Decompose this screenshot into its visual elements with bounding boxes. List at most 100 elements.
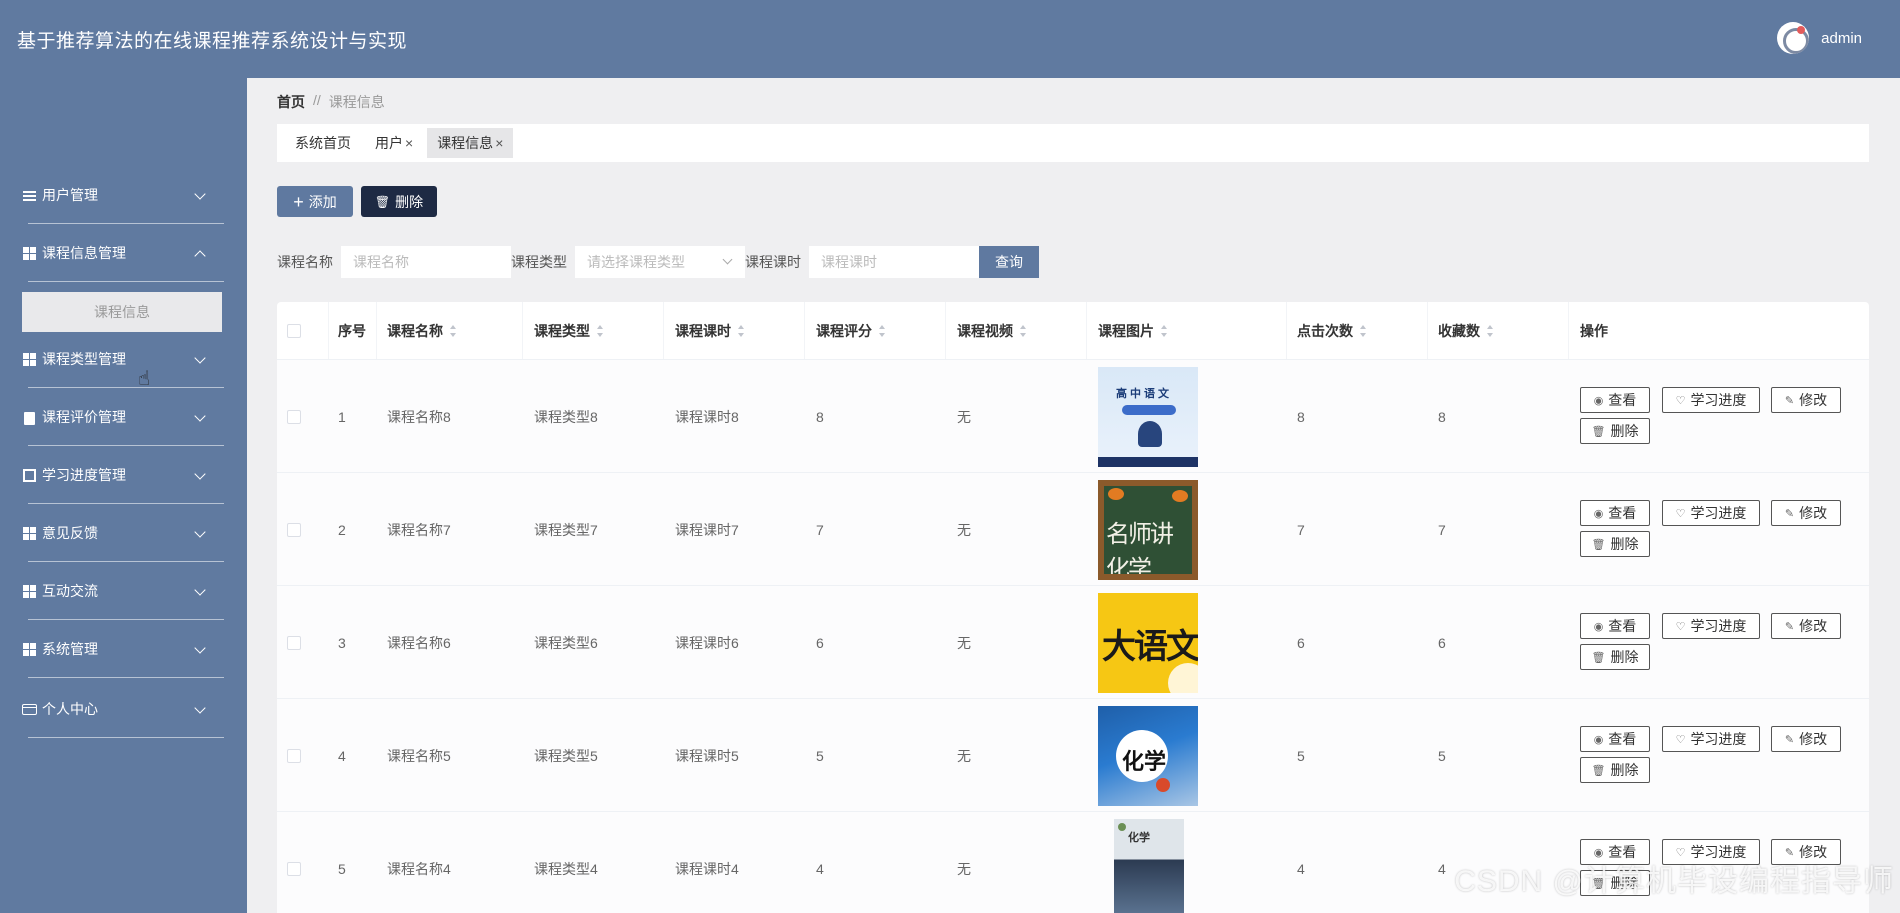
row-checkbox[interactable] (287, 748, 301, 763)
sort-icon[interactable] (737, 325, 745, 337)
course-name-input[interactable]: 课程名称 (341, 246, 511, 278)
edit-button[interactable]: ✎ 修改 (1771, 613, 1841, 639)
progress-label: 学习进度 (1690, 731, 1747, 747)
sort-icon[interactable] (878, 325, 886, 337)
tab-system-home[interactable]: 系统首页 (285, 128, 361, 158)
user-menu[interactable]: admin (1777, 22, 1862, 54)
cell-image: 化学 (1098, 812, 1184, 913)
sidebar-item-course-type-management[interactable]: 课程类型管理 (22, 330, 224, 388)
delete-button[interactable]: 🗑 删除 (1580, 418, 1650, 444)
sidebar-item-personal-center[interactable]: 个人中心 (22, 680, 224, 738)
sidebar-item-interaction[interactable]: 互动交流 (22, 562, 224, 620)
tab-user[interactable]: 用户 × (365, 128, 423, 158)
cell-clicks: 7 (1297, 521, 1305, 538)
submenu-item-course-info[interactable]: 课程信息 (22, 292, 222, 332)
delete-button[interactable]: 🗑 删除 (1580, 644, 1650, 670)
top-header: 基于推荐算法的在线课程推荐系统设计与实现 admin (0, 0, 1900, 78)
tab-course-info[interactable]: 课程信息 × (427, 128, 514, 158)
sidebar-item-label: 系统管理 (42, 641, 98, 657)
progress-button[interactable]: ♡ 学习进度 (1662, 500, 1760, 526)
course-thumbnail[interactable]: 名师讲化学 (1098, 479, 1198, 580)
course-hours-input[interactable]: 课程课时 (809, 246, 979, 278)
row-checkbox[interactable] (287, 409, 301, 424)
header-image[interactable]: 课程图片 (1098, 302, 1168, 360)
select-all-checkbox[interactable] (287, 324, 301, 338)
batch-delete-button[interactable]: 🗑 删除 (361, 186, 437, 217)
view-button[interactable]: ◉ 查看 (1580, 613, 1650, 639)
sort-icon[interactable] (1019, 325, 1027, 337)
course-thumbnail[interactable]: 大语文 (1098, 592, 1198, 693)
chevron-down-icon (722, 254, 733, 265)
header-name[interactable]: 课程名称 (387, 302, 457, 360)
header-type[interactable]: 课程类型 (534, 302, 604, 360)
row-checkbox[interactable] (287, 861, 301, 876)
header-video[interactable]: 课程视频 (957, 302, 1027, 360)
view-label: 查看 (1608, 392, 1637, 408)
sidebar-item-label: 个人中心 (42, 701, 98, 717)
cell-name: 课程名称7 (387, 521, 451, 538)
eye-icon: ◉ (1593, 733, 1604, 746)
header-label: 收藏数 (1438, 323, 1480, 339)
delete-button[interactable]: 🗑 删除 (1580, 531, 1650, 557)
header-favorites[interactable]: 收藏数 (1438, 302, 1494, 360)
grid-icon (22, 246, 37, 261)
cell-image: 名师讲化学 (1098, 473, 1198, 586)
cell-image: 大语文 (1098, 586, 1198, 699)
sidebar-item-label: 用户管理 (42, 187, 98, 203)
sidebar-item-course-review-management[interactable]: 课程评价管理 (22, 388, 224, 446)
header-label: 点击次数 (1297, 323, 1353, 339)
course-thumbnail[interactable]: 化学 (1114, 818, 1184, 913)
sidebar-item-system-management[interactable]: 系统管理 (22, 620, 224, 678)
course-thumbnail[interactable]: 化学 (1098, 705, 1198, 806)
row-checkbox[interactable] (287, 522, 301, 537)
chevron-down-icon (194, 584, 206, 596)
sort-icon[interactable] (449, 325, 457, 337)
sort-icon[interactable] (596, 325, 604, 337)
add-button[interactable]: + 添加 (277, 186, 353, 217)
cell-video: 无 (957, 860, 971, 877)
breadcrumb-separator: // (313, 92, 321, 108)
sidebar-item-progress-management[interactable]: 学习进度管理 (22, 446, 224, 504)
close-icon[interactable]: × (405, 135, 413, 151)
view-button[interactable]: ◉ 查看 (1580, 500, 1650, 526)
sidebar-item-user-management[interactable]: 用户管理 (22, 166, 224, 224)
grid-icon (22, 352, 37, 367)
course-thumbnail[interactable]: 高中语文 (1098, 366, 1198, 467)
header-label: 课程课时 (675, 323, 731, 339)
delete-button-label: 删除 (395, 193, 424, 210)
edit-button[interactable]: ✎ 修改 (1771, 726, 1841, 752)
delete-button[interactable]: 🗑 删除 (1580, 757, 1650, 783)
sort-icon[interactable] (1160, 325, 1168, 337)
edit-icon: ✎ (1784, 733, 1795, 746)
tab-label: 系统首页 (295, 135, 351, 151)
header-hours[interactable]: 课程课时 (675, 302, 745, 360)
course-type-select[interactable]: 请选择课程类型 (575, 246, 745, 278)
sort-icon[interactable] (1486, 325, 1494, 337)
avatar[interactable] (1777, 22, 1810, 54)
cell-index: 4 (338, 747, 346, 764)
view-button[interactable]: ◉ 查看 (1580, 726, 1650, 752)
edit-label: 修改 (1799, 505, 1828, 521)
cell-video: 无 (957, 747, 971, 764)
sidebar-item-course-info-management[interactable]: 课程信息管理 (22, 224, 224, 282)
cell-index: 3 (338, 634, 346, 651)
cell-type: 课程类型8 (534, 408, 598, 425)
close-icon[interactable]: × (495, 135, 503, 151)
user-name[interactable]: admin (1821, 30, 1862, 47)
chevron-up-icon (194, 250, 206, 262)
breadcrumb-home[interactable]: 首页 (277, 92, 305, 112)
view-button[interactable]: ◉ 查看 (1580, 387, 1650, 413)
edit-button[interactable]: ✎ 修改 (1771, 387, 1841, 413)
header-rating[interactable]: 课程评分 (816, 302, 886, 360)
progress-button[interactable]: ♡ 学习进度 (1662, 726, 1760, 752)
progress-button[interactable]: ♡ 学习进度 (1662, 613, 1760, 639)
sidebar-item-feedback[interactable]: 意见反馈 (22, 504, 224, 562)
query-button[interactable]: 查询 (979, 246, 1039, 278)
progress-button[interactable]: ♡ 学习进度 (1662, 387, 1760, 413)
sort-icon[interactable] (1359, 325, 1367, 337)
header-clicks[interactable]: 点击次数 (1297, 302, 1367, 360)
trash-icon: 🗑 (374, 194, 391, 209)
chart-icon (22, 468, 37, 483)
edit-button[interactable]: ✎ 修改 (1771, 500, 1841, 526)
row-checkbox[interactable] (287, 635, 301, 650)
